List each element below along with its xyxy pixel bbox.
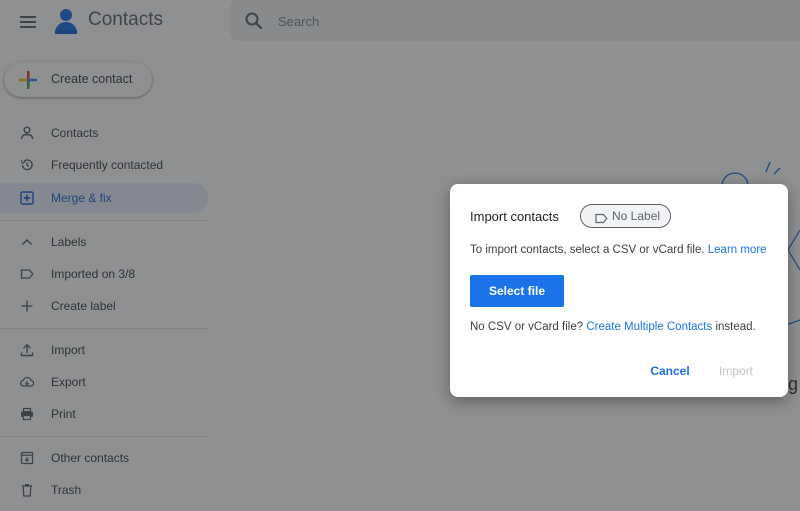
import-button[interactable]: Import <box>710 360 762 382</box>
import-contacts-dialog: Import contacts No Label To import conta… <box>450 184 788 397</box>
create-multiple-contacts-link[interactable]: Create Multiple Contacts <box>586 321 712 333</box>
cancel-button[interactable]: Cancel <box>642 360 698 382</box>
dialog-title: Import contacts <box>470 209 559 224</box>
learn-more-link[interactable]: Learn more <box>708 244 767 256</box>
instruction-text: To import contacts, select a CSV or vCar… <box>470 244 705 256</box>
alternative-text: No CSV or vCard file? Create Multiple Co… <box>470 321 756 333</box>
alt-prefix-text: No CSV or vCard file? <box>470 321 584 333</box>
import-instructions: To import contacts, select a CSV or vCar… <box>470 244 767 256</box>
label-icon <box>595 211 608 224</box>
contacts-app: Contacts Create contact Contacts <box>0 0 800 511</box>
select-file-button[interactable]: Select file <box>470 275 564 307</box>
label-selector-chip[interactable]: No Label <box>580 204 671 228</box>
label-chip-text: No Label <box>612 209 661 223</box>
alt-suffix-text: instead. <box>715 321 756 333</box>
